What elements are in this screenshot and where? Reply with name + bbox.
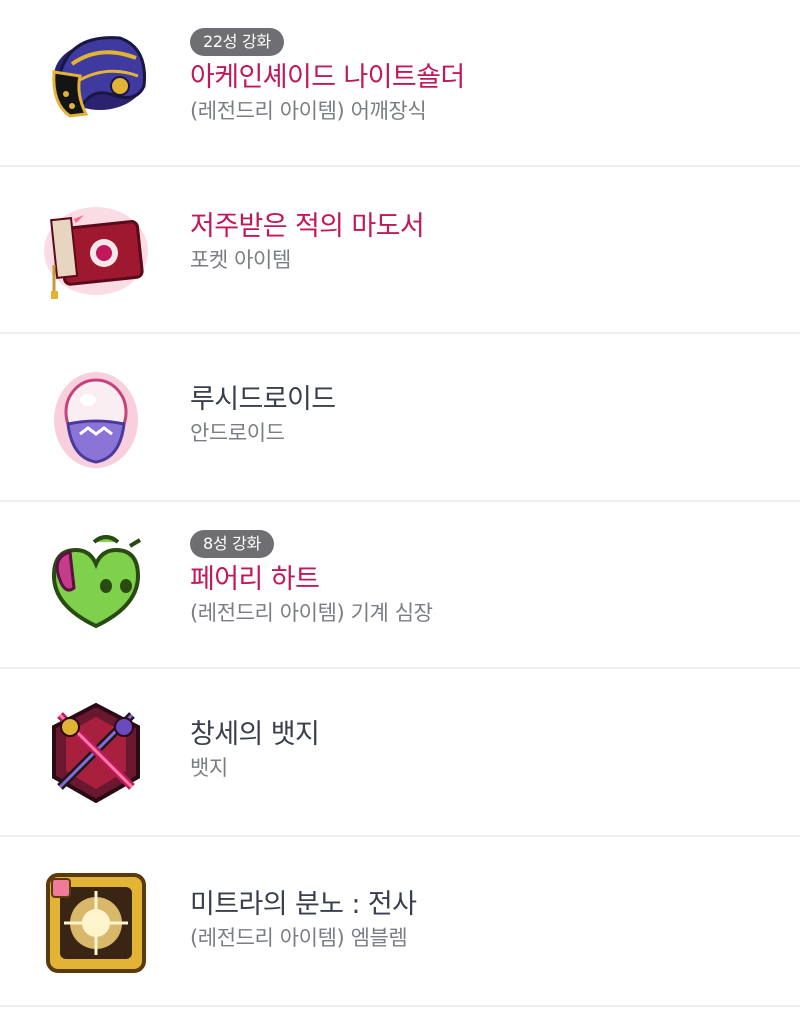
genesis-badge-icon: [40, 697, 152, 809]
emblem-icon: [40, 867, 152, 979]
item-name: 루시드로이드: [190, 384, 336, 415]
list-item[interactable]: 창세의 뱃지 뱃지: [0, 669, 800, 837]
item-type: (레전드리 아이템) 어깨장식: [190, 99, 427, 123]
enhance-badge: 8성 강화: [190, 530, 274, 558]
item-type: 포켓 아이템: [190, 248, 291, 272]
enhance-badge: 22성 강화: [190, 28, 284, 56]
item-name: 창세의 뱃지: [190, 719, 320, 750]
item-text: 22성 강화 아케인셰이드 나이트숄더 (레전드리 아이템) 어깨장식: [190, 28, 780, 126]
item-text: 저주받은 적의 마도서 포켓 아이템: [190, 209, 780, 275]
android-egg-icon: [40, 362, 152, 474]
item-text: 루시드로이드 안드로이드: [190, 382, 780, 448]
item-text: 미트라의 분노 : 전사 (레전드리 아이템) 엠블렘: [190, 887, 780, 953]
item-name: 페어리 하트: [190, 564, 320, 595]
item-name: 저주받은 적의 마도서: [190, 211, 425, 242]
equipment-list: 22성 강화 아케인셰이드 나이트숄더 (레전드리 아이템) 어깨장식 저주받은…: [0, 0, 800, 1007]
list-item[interactable]: 루시드로이드 안드로이드: [0, 334, 800, 502]
list-item[interactable]: 8성 강화 페어리 하트 (레전드리 아이템) 기계 심장: [0, 502, 800, 669]
item-name: 미트라의 분노 : 전사: [190, 889, 417, 920]
item-name: 아케인셰이드 나이트숄더: [190, 62, 465, 93]
list-item[interactable]: 22성 강화 아케인셰이드 나이트숄더 (레전드리 아이템) 어깨장식: [0, 0, 800, 167]
item-type: 뱃지: [190, 756, 228, 780]
fairy-heart-icon: [40, 528, 152, 640]
item-text: 8성 강화 페어리 하트 (레전드리 아이템) 기계 심장: [190, 530, 780, 628]
item-type: 안드로이드: [190, 421, 285, 445]
item-text: 창세의 뱃지 뱃지: [190, 717, 780, 783]
list-item[interactable]: 저주받은 적의 마도서 포켓 아이템: [0, 167, 800, 334]
item-type: (레전드리 아이템) 엠블렘: [190, 926, 408, 950]
list-item[interactable]: 미트라의 분노 : 전사 (레전드리 아이템) 엠블렘: [0, 837, 800, 1007]
item-type: (레전드리 아이템) 기계 심장: [190, 601, 433, 625]
spellbook-icon: [40, 195, 152, 307]
shoulder-icon: [40, 24, 152, 136]
